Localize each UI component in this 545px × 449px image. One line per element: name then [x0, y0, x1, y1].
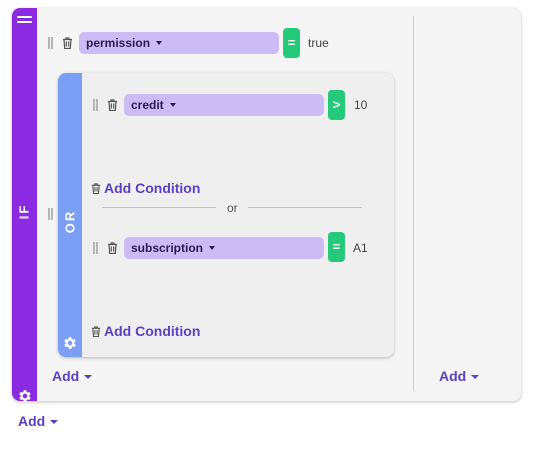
- drag-handle-icon[interactable]: [93, 242, 98, 254]
- chevron-down-icon: [50, 420, 59, 424]
- field-select-permission[interactable]: permission: [79, 32, 279, 54]
- settings-gear-icon[interactable]: [62, 335, 78, 351]
- trash-icon[interactable]: [62, 37, 73, 49]
- chevron-down-icon: [156, 41, 163, 45]
- chevron-down-icon: [169, 103, 176, 107]
- trash-icon[interactable]: [107, 99, 118, 111]
- settings-gear-icon[interactable]: [17, 388, 33, 404]
- chevron-down-icon: [209, 246, 216, 250]
- drag-handle-icon[interactable]: [48, 37, 53, 49]
- or-label: OR: [62, 209, 78, 234]
- or-separator: or: [227, 201, 238, 215]
- column-divider: [413, 16, 414, 391]
- add-condition-label: Add Condition: [104, 180, 201, 196]
- operator-button[interactable]: =: [283, 28, 300, 58]
- field-select-subscription[interactable]: subscription: [124, 237, 324, 259]
- chevron-down-icon: [471, 375, 480, 379]
- add-dropdown-button[interactable]: Add: [52, 368, 93, 384]
- separator-line: [248, 207, 362, 208]
- add-condition-label: Add Condition: [104, 323, 201, 339]
- trash-icon[interactable]: [107, 242, 118, 254]
- add-label: Add: [52, 368, 80, 384]
- field-label: credit: [131, 98, 164, 112]
- operator-button[interactable]: >: [328, 90, 345, 120]
- field-select-credit[interactable]: credit: [124, 94, 324, 116]
- rule-value[interactable]: true: [308, 36, 329, 50]
- separator-line: [102, 207, 216, 208]
- add-label: Add: [439, 368, 467, 384]
- add-dropdown-button-root[interactable]: Add: [18, 413, 59, 429]
- rule-value[interactable]: 10: [354, 98, 367, 112]
- field-label: permission: [86, 36, 151, 50]
- menu-icon[interactable]: [17, 16, 32, 25]
- chevron-down-icon: [84, 375, 93, 379]
- add-label: Add: [18, 413, 46, 429]
- add-dropdown-button-then[interactable]: Add: [439, 368, 480, 384]
- operator-button[interactable]: =: [328, 232, 345, 262]
- trash-icon: [91, 183, 101, 194]
- drag-handle-icon[interactable]: [48, 208, 53, 220]
- drag-handle-icon[interactable]: [93, 99, 98, 111]
- if-block-bar: IF: [12, 8, 37, 404]
- add-condition-button[interactable]: Add Condition: [91, 323, 200, 339]
- field-label: subscription: [131, 241, 204, 255]
- if-label: IF: [16, 203, 32, 220]
- or-group-bar: OR: [58, 73, 82, 357]
- rule-value[interactable]: A1: [353, 241, 368, 255]
- trash-icon: [91, 326, 101, 337]
- add-condition-button[interactable]: Add Condition: [91, 180, 200, 196]
